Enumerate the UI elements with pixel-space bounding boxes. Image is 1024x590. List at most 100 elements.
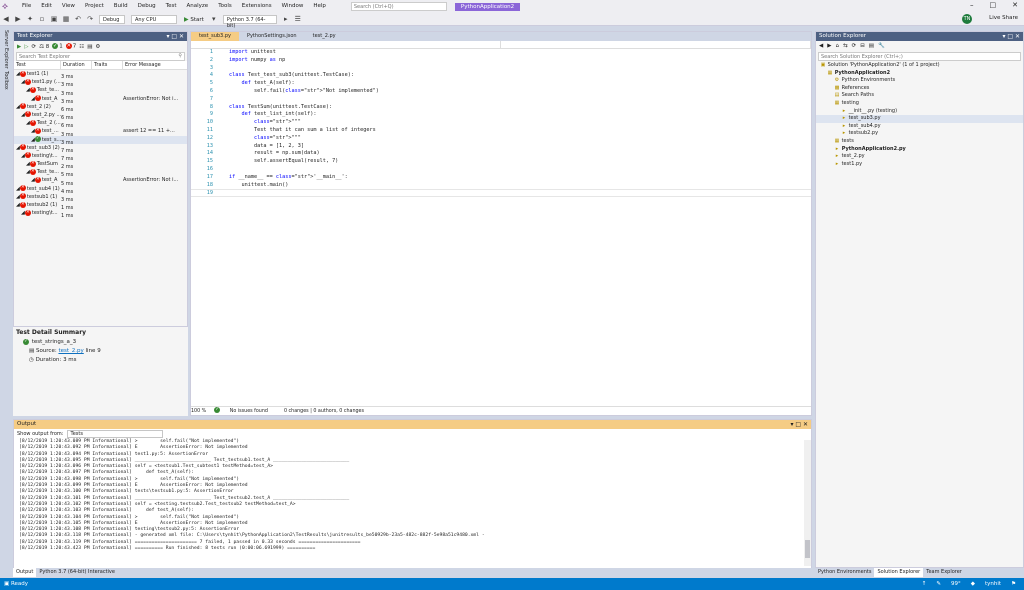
server-explorer-tab[interactable]: Server Explorer bbox=[3, 30, 9, 69]
avatar[interactable]: TN bbox=[962, 14, 972, 24]
test-row[interactable]: ◢✕ test_A5 msAssertionError: Not i... bbox=[14, 176, 187, 187]
back-icon[interactable]: ◀ bbox=[2, 15, 10, 23]
solution-tree-item[interactable]: ▸ test_sub4.py bbox=[816, 123, 1023, 131]
test-row[interactable]: ◢✕ testing\t...1 ms bbox=[14, 209, 187, 219]
solution-tree-item[interactable]: ▩ References bbox=[816, 85, 1023, 93]
start-button[interactable]: ▶ Start bbox=[184, 16, 204, 23]
column-header-test[interactable]: Test bbox=[14, 60, 61, 70]
code-line[interactable]: 2 import numpy as np bbox=[191, 57, 811, 65]
up-arrow-icon[interactable]: ↑ bbox=[922, 578, 927, 590]
panel-controls-icon[interactable]: ▾ □ ✕ bbox=[790, 420, 808, 429]
sync-icon[interactable]: ⇆ bbox=[843, 43, 848, 49]
code-line[interactable]: 18 unittest.main() bbox=[191, 182, 811, 190]
menu-item-debug[interactable]: Debug bbox=[133, 0, 161, 13]
solution-tree-item[interactable]: ▸ test_sub3.py bbox=[816, 115, 1023, 123]
menu-item-extensions[interactable]: Extensions bbox=[237, 0, 277, 13]
code-line[interactable]: 9 def test_list_int(self): bbox=[191, 111, 811, 119]
code-line[interactable]: 10 class="str">""" bbox=[191, 119, 811, 127]
solution-tree-item[interactable]: ▸ __init__.py (testing) bbox=[816, 108, 1023, 116]
code-line[interactable]: 5 def test_A(self): bbox=[191, 80, 811, 88]
save-icon[interactable]: ▣ bbox=[50, 15, 58, 23]
code-line[interactable]: 4 class Test_test_sub3(unittest.TestCase)… bbox=[191, 72, 811, 80]
code-line[interactable]: 15 self.assertEqual(result, 7) bbox=[191, 158, 811, 166]
list-icon[interactable]: ☰ bbox=[294, 15, 302, 23]
minimize-icon[interactable]: – bbox=[970, 1, 974, 9]
notifications-icon[interactable]: ⚑ bbox=[1011, 578, 1016, 590]
test-row[interactable]: ◢✓ test_s...3 ms bbox=[14, 135, 187, 146]
solution-tree-item[interactable]: ▸ test_2.py bbox=[816, 153, 1023, 161]
solution-tree-item[interactable]: ▦ tests bbox=[816, 138, 1023, 146]
settings-icon[interactable]: ⚙ bbox=[95, 44, 100, 50]
attach-icon[interactable]: ▾ bbox=[210, 15, 218, 23]
group-by-icon[interactable]: ☷ bbox=[79, 44, 84, 50]
menu-item-help[interactable]: Help bbox=[308, 0, 331, 13]
properties-icon[interactable]: 🔧 bbox=[878, 43, 885, 49]
undo-icon[interactable]: ↶ bbox=[74, 15, 82, 23]
playlist-icon[interactable]: ▤ bbox=[87, 44, 92, 50]
menu-item-view[interactable]: View bbox=[57, 0, 80, 13]
passed-tests-badge[interactable]: ✓ 1 bbox=[52, 43, 63, 50]
column-header-traits[interactable]: Traits bbox=[92, 60, 123, 70]
changes-indicator[interactable]: 0 changes | 0 authors, 0 changes bbox=[284, 407, 364, 416]
edit-icon[interactable]: ✎ bbox=[936, 578, 941, 590]
source-file-link[interactable]: test_2.py bbox=[58, 348, 83, 354]
test-row[interactable]: ◢✕ testsub1 (1)3 ms bbox=[14, 193, 187, 203]
home-icon[interactable]: ⌂ bbox=[835, 43, 839, 49]
tab-team-explorer[interactable]: Team Explorer bbox=[923, 568, 965, 577]
refresh-icon[interactable]: ⟳ bbox=[852, 43, 857, 49]
solution-search-input[interactable]: Search Solution Explorer (Ctrl+;) bbox=[818, 52, 1021, 61]
solution-tree-item[interactable]: ▣ Solution 'PythonApplication2' (1 of 1 … bbox=[816, 62, 1023, 70]
show-all-files-icon[interactable]: ▤ bbox=[869, 43, 874, 49]
test-row[interactable]: ◢✕ test_2.py ...6 ms bbox=[14, 111, 187, 121]
live-share-button[interactable]: Live Share bbox=[989, 15, 1018, 21]
test-row[interactable]: ◢✕ testsub2 (1)1 ms bbox=[14, 201, 187, 211]
menu-item-file[interactable]: File bbox=[17, 0, 36, 13]
test-row[interactable]: ◢✕ Test_te...3 ms bbox=[14, 86, 187, 97]
test-row[interactable]: ◢✕ test1.py (...3 ms bbox=[14, 78, 187, 88]
repo-icon[interactable]: ◆ bbox=[971, 578, 975, 590]
solution-tree-item[interactable]: ▦ PythonApplication2 bbox=[816, 70, 1023, 78]
test-row[interactable]: ◢✕test_...3 msassert 12 == 11 +... bbox=[14, 127, 187, 138]
maximize-icon[interactable]: □ bbox=[990, 1, 997, 9]
solution-tree-item[interactable]: ▦ testing bbox=[816, 100, 1023, 108]
code-line[interactable]: 8 class TestSum(unittest.TestCase): bbox=[191, 104, 811, 112]
code-line[interactable]: 12 class="str">""" bbox=[191, 135, 811, 143]
close-icon[interactable]: ✕ bbox=[1012, 1, 1018, 9]
configuration-select[interactable]: Debug bbox=[99, 14, 125, 24]
code-area[interactable]: 1 import unittest 2 import numpy as np 3 4 cla… bbox=[191, 49, 811, 404]
solution-tree-item[interactable]: ▸ PythonApplication2.py bbox=[816, 146, 1023, 154]
forward-icon[interactable]: ▶ bbox=[827, 43, 831, 49]
output-log[interactable]: [8/12/2019 1:20:43.089 PM Informational]… bbox=[14, 439, 811, 552]
output-scrollbar[interactable] bbox=[804, 440, 811, 566]
code-line[interactable]: 6 self.fail(class="str">"Not implemented… bbox=[191, 88, 811, 96]
column-header-duration[interactable]: Duration bbox=[61, 60, 92, 70]
tab-output[interactable]: Output bbox=[13, 568, 37, 577]
no-issues-indicator[interactable]: ✓ No issues found bbox=[214, 407, 276, 416]
code-line[interactable]: 11 Test that it can sum a list of intege… bbox=[191, 127, 811, 135]
test-row[interactable]: ◢✕ test_2 (2)6 ms bbox=[14, 103, 187, 113]
code-line[interactable]: 13 data = [1, 2, 3] bbox=[191, 143, 811, 151]
code-line[interactable]: 7 bbox=[191, 96, 811, 104]
test-row[interactable]: ◢✕ test1 (1)3 ms bbox=[14, 70, 187, 80]
save-all-icon[interactable]: ▦ bbox=[62, 15, 70, 23]
scrollbar-thumb[interactable] bbox=[805, 540, 810, 558]
nav-dropdown-right[interactable] bbox=[501, 41, 811, 48]
solution-tree-item[interactable]: ▸ test1.py bbox=[816, 161, 1023, 169]
zoom-level[interactable]: 100 % bbox=[191, 407, 206, 416]
redo-icon[interactable]: ↷ bbox=[86, 15, 94, 23]
test-row[interactable]: ◢✕ Test_2 (...6 ms bbox=[14, 119, 187, 129]
solution-tree-item[interactable]: ▤ Search Paths bbox=[816, 92, 1023, 100]
nav-dropdown-left[interactable] bbox=[191, 41, 501, 48]
menu-item-edit[interactable]: Edit bbox=[36, 0, 57, 13]
code-line[interactable]: 3 bbox=[191, 65, 811, 73]
panel-controls-icon[interactable]: ▾ □ ✕ bbox=[1002, 32, 1020, 41]
test-search-input[interactable]: Search Test Explorer ⚲ bbox=[16, 52, 185, 61]
code-line[interactable]: 16 bbox=[191, 166, 811, 174]
python-environment-select[interactable]: Python 3.7 (64-bit) bbox=[222, 14, 277, 29]
code-line[interactable]: 19 bbox=[191, 189, 811, 198]
tab-python-interactive[interactable]: Python 3.7 (64-bit) Interactive bbox=[36, 568, 118, 577]
code-line[interactable]: 17 if __name__ == class="str">'__main__': bbox=[191, 174, 811, 182]
collapse-icon[interactable]: ⊟ bbox=[860, 43, 865, 49]
tab-python-environments[interactable]: Python Environments bbox=[815, 568, 874, 577]
menu-item-test[interactable]: Test bbox=[161, 0, 182, 13]
